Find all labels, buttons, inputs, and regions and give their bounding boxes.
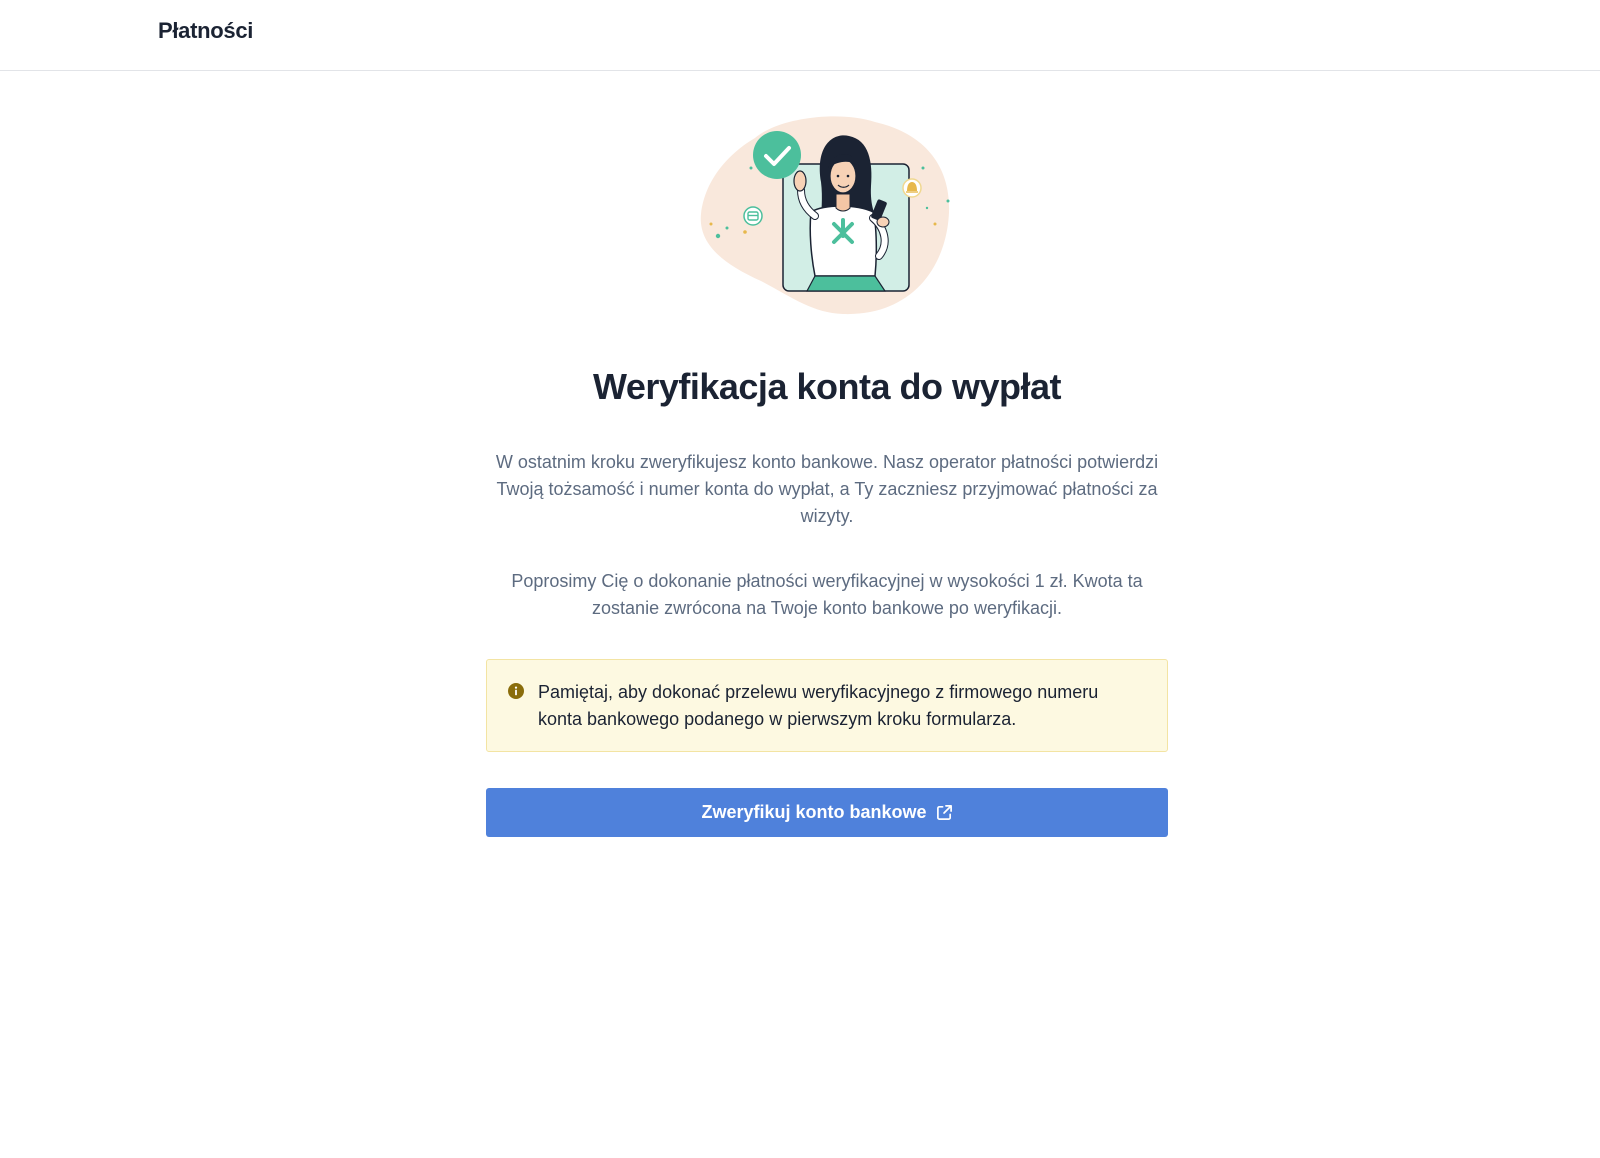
verify-bank-account-button[interactable]: Zweryfikuj konto bankowe — [486, 788, 1168, 837]
page-title: Płatności — [158, 18, 254, 43]
info-icon — [508, 683, 524, 699]
verification-payment-paragraph: Poprosimy Cię o dokonanie płatności wery… — [511, 571, 1143, 618]
verify-bank-account-label: Zweryfikuj konto bankowe — [701, 802, 927, 822]
external-link-icon — [936, 804, 953, 821]
alert-text: Pamiętaj, aby dokonać przelewu weryfikac… — [538, 682, 1099, 729]
woman-with-phone-verified-illustration — [693, 116, 963, 321]
verification-heading: Weryfikacja konta do wypłat — [593, 366, 1061, 407]
intro-paragraph: W ostatnim kroku zweryfikujesz konto ban… — [495, 452, 1159, 526]
top-bar: Płatności — [0, 0, 1600, 71]
warning-alert: Pamiętaj, aby dokonać przelewu weryfikac… — [486, 659, 1168, 752]
